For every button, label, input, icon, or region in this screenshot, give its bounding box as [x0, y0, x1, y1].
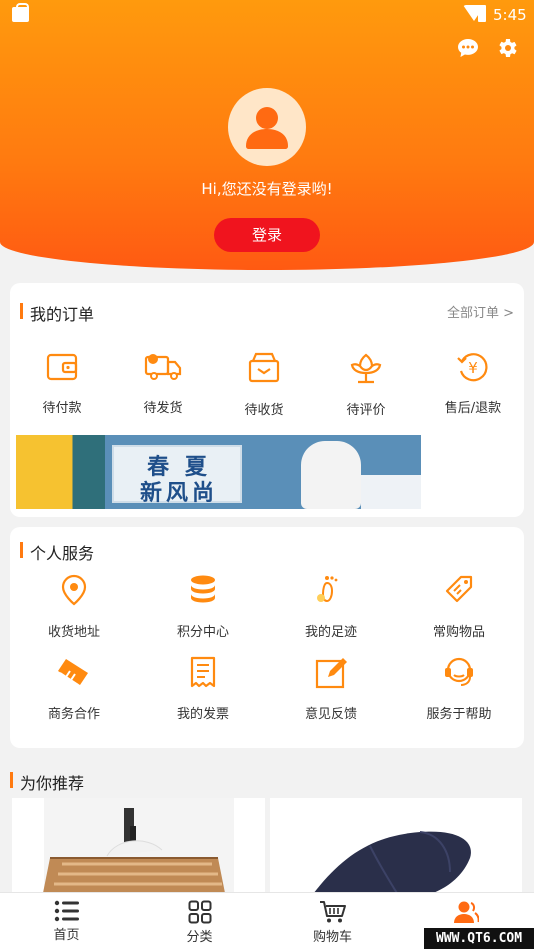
- battery-icon: [478, 5, 486, 22]
- gear-icon[interactable]: [495, 36, 519, 60]
- service-item-invoice[interactable]: 我的发票: [163, 655, 243, 722]
- footprint-icon: [317, 576, 338, 603]
- order-item-pending-payment[interactable]: 待付款: [22, 349, 102, 416]
- product-image: [270, 798, 522, 898]
- status-bar: 5:45: [0, 0, 534, 30]
- user-icon: [453, 901, 479, 923]
- banner-box-image: [361, 475, 421, 509]
- banner-sign: 春 夏 新风尚: [112, 445, 242, 506]
- orders-title: 我的订单: [20, 301, 94, 325]
- wallet-icon: [46, 353, 78, 381]
- flower-icon: [350, 353, 382, 384]
- tag-icon: [445, 575, 473, 603]
- cart-icon: [319, 901, 346, 923]
- banner-model-image: [301, 441, 361, 509]
- product-card[interactable]: [270, 798, 522, 898]
- promo-banner[interactable]: 春 夏 新风尚: [16, 435, 421, 509]
- profile-header: 5:45 Hi,您还没有登录哟! 登录: [0, 0, 534, 270]
- truck-icon: [144, 354, 182, 380]
- order-item-pending-shipment[interactable]: 待发货: [123, 349, 203, 416]
- user-avatar-icon: [246, 107, 288, 149]
- tab-home[interactable]: 首页: [0, 893, 133, 949]
- service-item-footprint[interactable]: 我的足迹: [291, 573, 371, 640]
- product-image: [42, 798, 234, 898]
- orders-card: 我的订单 全部订单 > 待付款 待发货 待收货 待评价 ¥ 售后/退款 春 夏 …: [10, 283, 524, 517]
- login-button[interactable]: 登录: [214, 218, 320, 252]
- watermark: WWW.QT6.COM: [424, 928, 534, 949]
- refund-icon: ¥: [457, 353, 488, 382]
- shopping-bag-icon: [12, 3, 29, 22]
- service-item-address[interactable]: 收货地址: [34, 573, 114, 640]
- edit-icon: [315, 658, 347, 689]
- headset-icon: [445, 657, 473, 686]
- recommend-title: 为你推荐: [10, 770, 84, 794]
- package-icon: [248, 352, 280, 383]
- chat-icon[interactable]: [456, 36, 480, 60]
- product-card[interactable]: [12, 798, 265, 898]
- service-item-business[interactable]: 商务合作: [34, 655, 114, 722]
- service-item-frequent[interactable]: 常购物品: [419, 573, 499, 640]
- order-item-pending-review[interactable]: 待评价: [326, 349, 406, 418]
- location-icon: [61, 574, 87, 606]
- services-card: 个人服务 收货地址 积分中心 我的足迹 常购物品 商务合作 我的发票 意见反馈 …: [10, 527, 524, 748]
- greeting-text: Hi,您还没有登录哟!: [201, 180, 333, 198]
- all-orders-link[interactable]: 全部订单 >: [447, 302, 514, 321]
- avatar[interactable]: [228, 88, 306, 166]
- status-time: 5:45: [493, 6, 527, 24]
- service-item-help[interactable]: 服务于帮助: [419, 655, 499, 722]
- tab-category[interactable]: 分类: [133, 893, 266, 949]
- services-title: 个人服务: [20, 540, 94, 564]
- order-item-pending-receipt[interactable]: 待收货: [224, 349, 304, 418]
- svg-text:¥: ¥: [468, 359, 478, 377]
- list-icon: [54, 900, 79, 922]
- service-item-feedback[interactable]: 意见反馈: [291, 655, 371, 722]
- handshake-icon: [58, 659, 88, 686]
- service-item-points[interactable]: 积分中心: [163, 573, 243, 640]
- tab-cart[interactable]: 购物车: [266, 893, 399, 949]
- order-item-after-sale[interactable]: ¥ 售后/退款: [428, 349, 518, 416]
- invoice-icon: [190, 656, 216, 688]
- coins-icon: [191, 575, 215, 603]
- grid-icon: [188, 900, 211, 924]
